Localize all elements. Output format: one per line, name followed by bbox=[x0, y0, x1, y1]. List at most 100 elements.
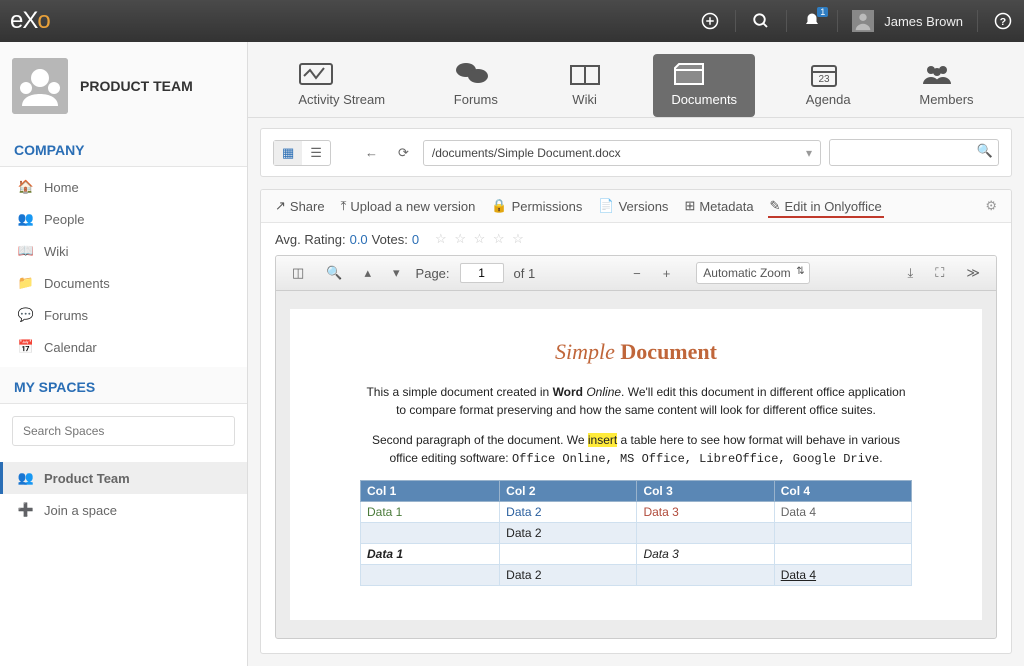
tab-activity-stream[interactable]: Activity Stream bbox=[280, 54, 403, 117]
metadata-button[interactable]: ⊞ Metadata bbox=[684, 198, 753, 214]
next-page-button[interactable]: ▾ bbox=[387, 263, 406, 283]
help-icon[interactable]: ? bbox=[992, 10, 1014, 32]
nav-label: Wiki bbox=[44, 244, 69, 259]
table-cell bbox=[637, 523, 774, 544]
upload-button[interactable]: ⤒ Upload a new version bbox=[341, 198, 476, 214]
tab-icon bbox=[298, 60, 385, 88]
table-header: Col 3 bbox=[637, 481, 774, 502]
sidebar-item-wiki[interactable]: 📖 Wiki bbox=[0, 235, 247, 267]
nav-icon: 👥 bbox=[18, 211, 34, 227]
team-name: PRODUCT TEAM bbox=[80, 78, 193, 94]
prev-page-button[interactable]: ▴ bbox=[358, 263, 377, 283]
sidebar-item-forums[interactable]: 💬 Forums bbox=[0, 299, 247, 331]
share-button[interactable]: ↗ Share bbox=[275, 198, 325, 214]
username: James Brown bbox=[884, 14, 963, 29]
table-cell bbox=[361, 565, 500, 586]
settings-icon[interactable]: ⚙ bbox=[985, 198, 997, 214]
nav-icon: 📖 bbox=[18, 243, 34, 259]
viewer-toolbar: ◫ 🔍 ▴ ▾ Page: of 1 − + Automatic Zoom ⤓ … bbox=[276, 256, 996, 291]
tab-agenda[interactable]: 23Agenda bbox=[788, 54, 869, 117]
table-cell bbox=[500, 544, 637, 565]
sidebar-item-people[interactable]: 👥 People bbox=[0, 203, 247, 235]
sidebar-item-home[interactable]: 🏠 Home bbox=[0, 171, 247, 203]
notification-icon[interactable]: 1 bbox=[801, 10, 823, 32]
add-icon[interactable] bbox=[699, 10, 721, 32]
star-rating[interactable]: ☆ ☆ ☆ ☆ ☆ bbox=[435, 231, 526, 247]
path-input[interactable]: /documents/Simple Document.docx ▾ bbox=[423, 140, 821, 166]
user-menu[interactable]: James Brown bbox=[852, 10, 963, 32]
search-spaces-input[interactable] bbox=[12, 416, 235, 446]
table-row: Data 1Data 2Data 3Data 4 bbox=[361, 502, 912, 523]
table-cell: Data 3 bbox=[637, 502, 774, 523]
zoom-select[interactable]: Automatic Zoom bbox=[696, 262, 809, 284]
doc-paragraph: This a simple document created in Word O… bbox=[360, 383, 912, 419]
back-button[interactable]: ← bbox=[359, 143, 384, 162]
tab-icon bbox=[919, 60, 973, 88]
table-cell: Data 3 bbox=[637, 544, 774, 565]
sidebar-item-documents[interactable]: 📁 Documents bbox=[0, 267, 247, 299]
table-cell: Data 1 bbox=[361, 544, 500, 565]
nav-icon: 📁 bbox=[18, 275, 34, 291]
nav-label: Join a space bbox=[44, 503, 117, 518]
sidebar: PRODUCT TEAM COMPANY 🏠Home👥People📖Wiki📁D… bbox=[0, 42, 248, 666]
tab-label: Forums bbox=[454, 92, 498, 107]
permissions-button[interactable]: 🔒 Permissions bbox=[491, 198, 582, 214]
table-cell: Data 2 bbox=[500, 565, 637, 586]
table-row: Data 2 bbox=[361, 523, 912, 544]
tab-members[interactable]: Members bbox=[901, 54, 991, 117]
section-myspaces: MY SPACES bbox=[0, 367, 247, 404]
table-cell: Data 2 bbox=[500, 523, 637, 544]
tab-label: Wiki bbox=[572, 92, 597, 107]
table-cell: Data 1 bbox=[361, 502, 500, 523]
nav-icon: 👥 bbox=[18, 470, 34, 486]
sidebar-toggle-icon[interactable]: ◫ bbox=[286, 263, 310, 283]
notification-badge: 1 bbox=[817, 7, 828, 17]
nav-label: Home bbox=[44, 180, 79, 195]
nav-label: Forums bbox=[44, 308, 88, 323]
nav-icon: 📅 bbox=[18, 339, 34, 355]
sidebar-item-calendar[interactable]: 📅 Calendar bbox=[0, 331, 247, 363]
versions-button[interactable]: 📄 Versions bbox=[598, 198, 668, 214]
table-cell: Data 4 bbox=[774, 565, 911, 586]
tab-wiki[interactable]: Wiki bbox=[549, 54, 621, 117]
space-item[interactable]: ➕Join a space bbox=[0, 494, 247, 526]
nav-label: Documents bbox=[44, 276, 110, 291]
list-view-button[interactable]: ☰ bbox=[302, 141, 330, 165]
zoom-in-button[interactable]: + bbox=[657, 264, 677, 283]
edit-onlyoffice-button[interactable]: ✎ Edit in Onlyoffice bbox=[770, 198, 882, 214]
pathbar: ▦ ☰ ← ⟳ /documents/Simple Document.docx … bbox=[260, 128, 1012, 177]
tab-icon bbox=[454, 60, 498, 88]
table-cell bbox=[361, 523, 500, 544]
zoom-out-button[interactable]: − bbox=[627, 264, 647, 283]
doc-title: Simple Document bbox=[360, 339, 912, 365]
table-cell: Data 4 bbox=[774, 502, 911, 523]
topbar: eXo 1 James Brown ? bbox=[0, 0, 1024, 42]
tab-forums[interactable]: Forums bbox=[436, 54, 516, 117]
search-icon: 🔍 bbox=[977, 143, 993, 159]
nav-label: Product Team bbox=[44, 471, 130, 486]
download-icon[interactable]: ⤓ bbox=[902, 263, 920, 283]
tab-icon bbox=[671, 60, 737, 88]
find-icon[interactable]: 🔍 bbox=[320, 263, 348, 283]
doc-table: Col 1Col 2Col 3Col 4Data 1Data 2Data 3Da… bbox=[360, 480, 912, 586]
nav-icon: 💬 bbox=[18, 307, 34, 323]
nav-icon: 🏠 bbox=[18, 179, 34, 195]
table-header: Col 4 bbox=[774, 481, 911, 502]
tab-label: Members bbox=[919, 92, 973, 107]
doc-search-input[interactable] bbox=[829, 139, 999, 166]
page-input[interactable] bbox=[460, 263, 504, 283]
table-row: Data 1 Data 3 bbox=[361, 544, 912, 565]
refresh-button[interactable]: ⟳ bbox=[392, 143, 415, 163]
tab-label: Agenda bbox=[806, 92, 851, 107]
tab-documents[interactable]: Documents bbox=[653, 54, 755, 117]
logo[interactable]: eXo bbox=[10, 7, 50, 35]
actionbar: ↗ Share ⤒ Upload a new version 🔒 Permiss… bbox=[261, 190, 1011, 223]
search-icon[interactable] bbox=[750, 10, 772, 32]
nav-label: Calendar bbox=[44, 340, 97, 355]
fullscreen-icon[interactable]: ⛶ bbox=[929, 263, 950, 283]
nav-label: People bbox=[44, 212, 84, 227]
table-cell bbox=[774, 544, 911, 565]
grid-view-button[interactable]: ▦ bbox=[274, 141, 302, 165]
space-item[interactable]: 👥 Product Team bbox=[0, 462, 247, 494]
more-icon[interactable]: ≫ bbox=[960, 263, 986, 283]
